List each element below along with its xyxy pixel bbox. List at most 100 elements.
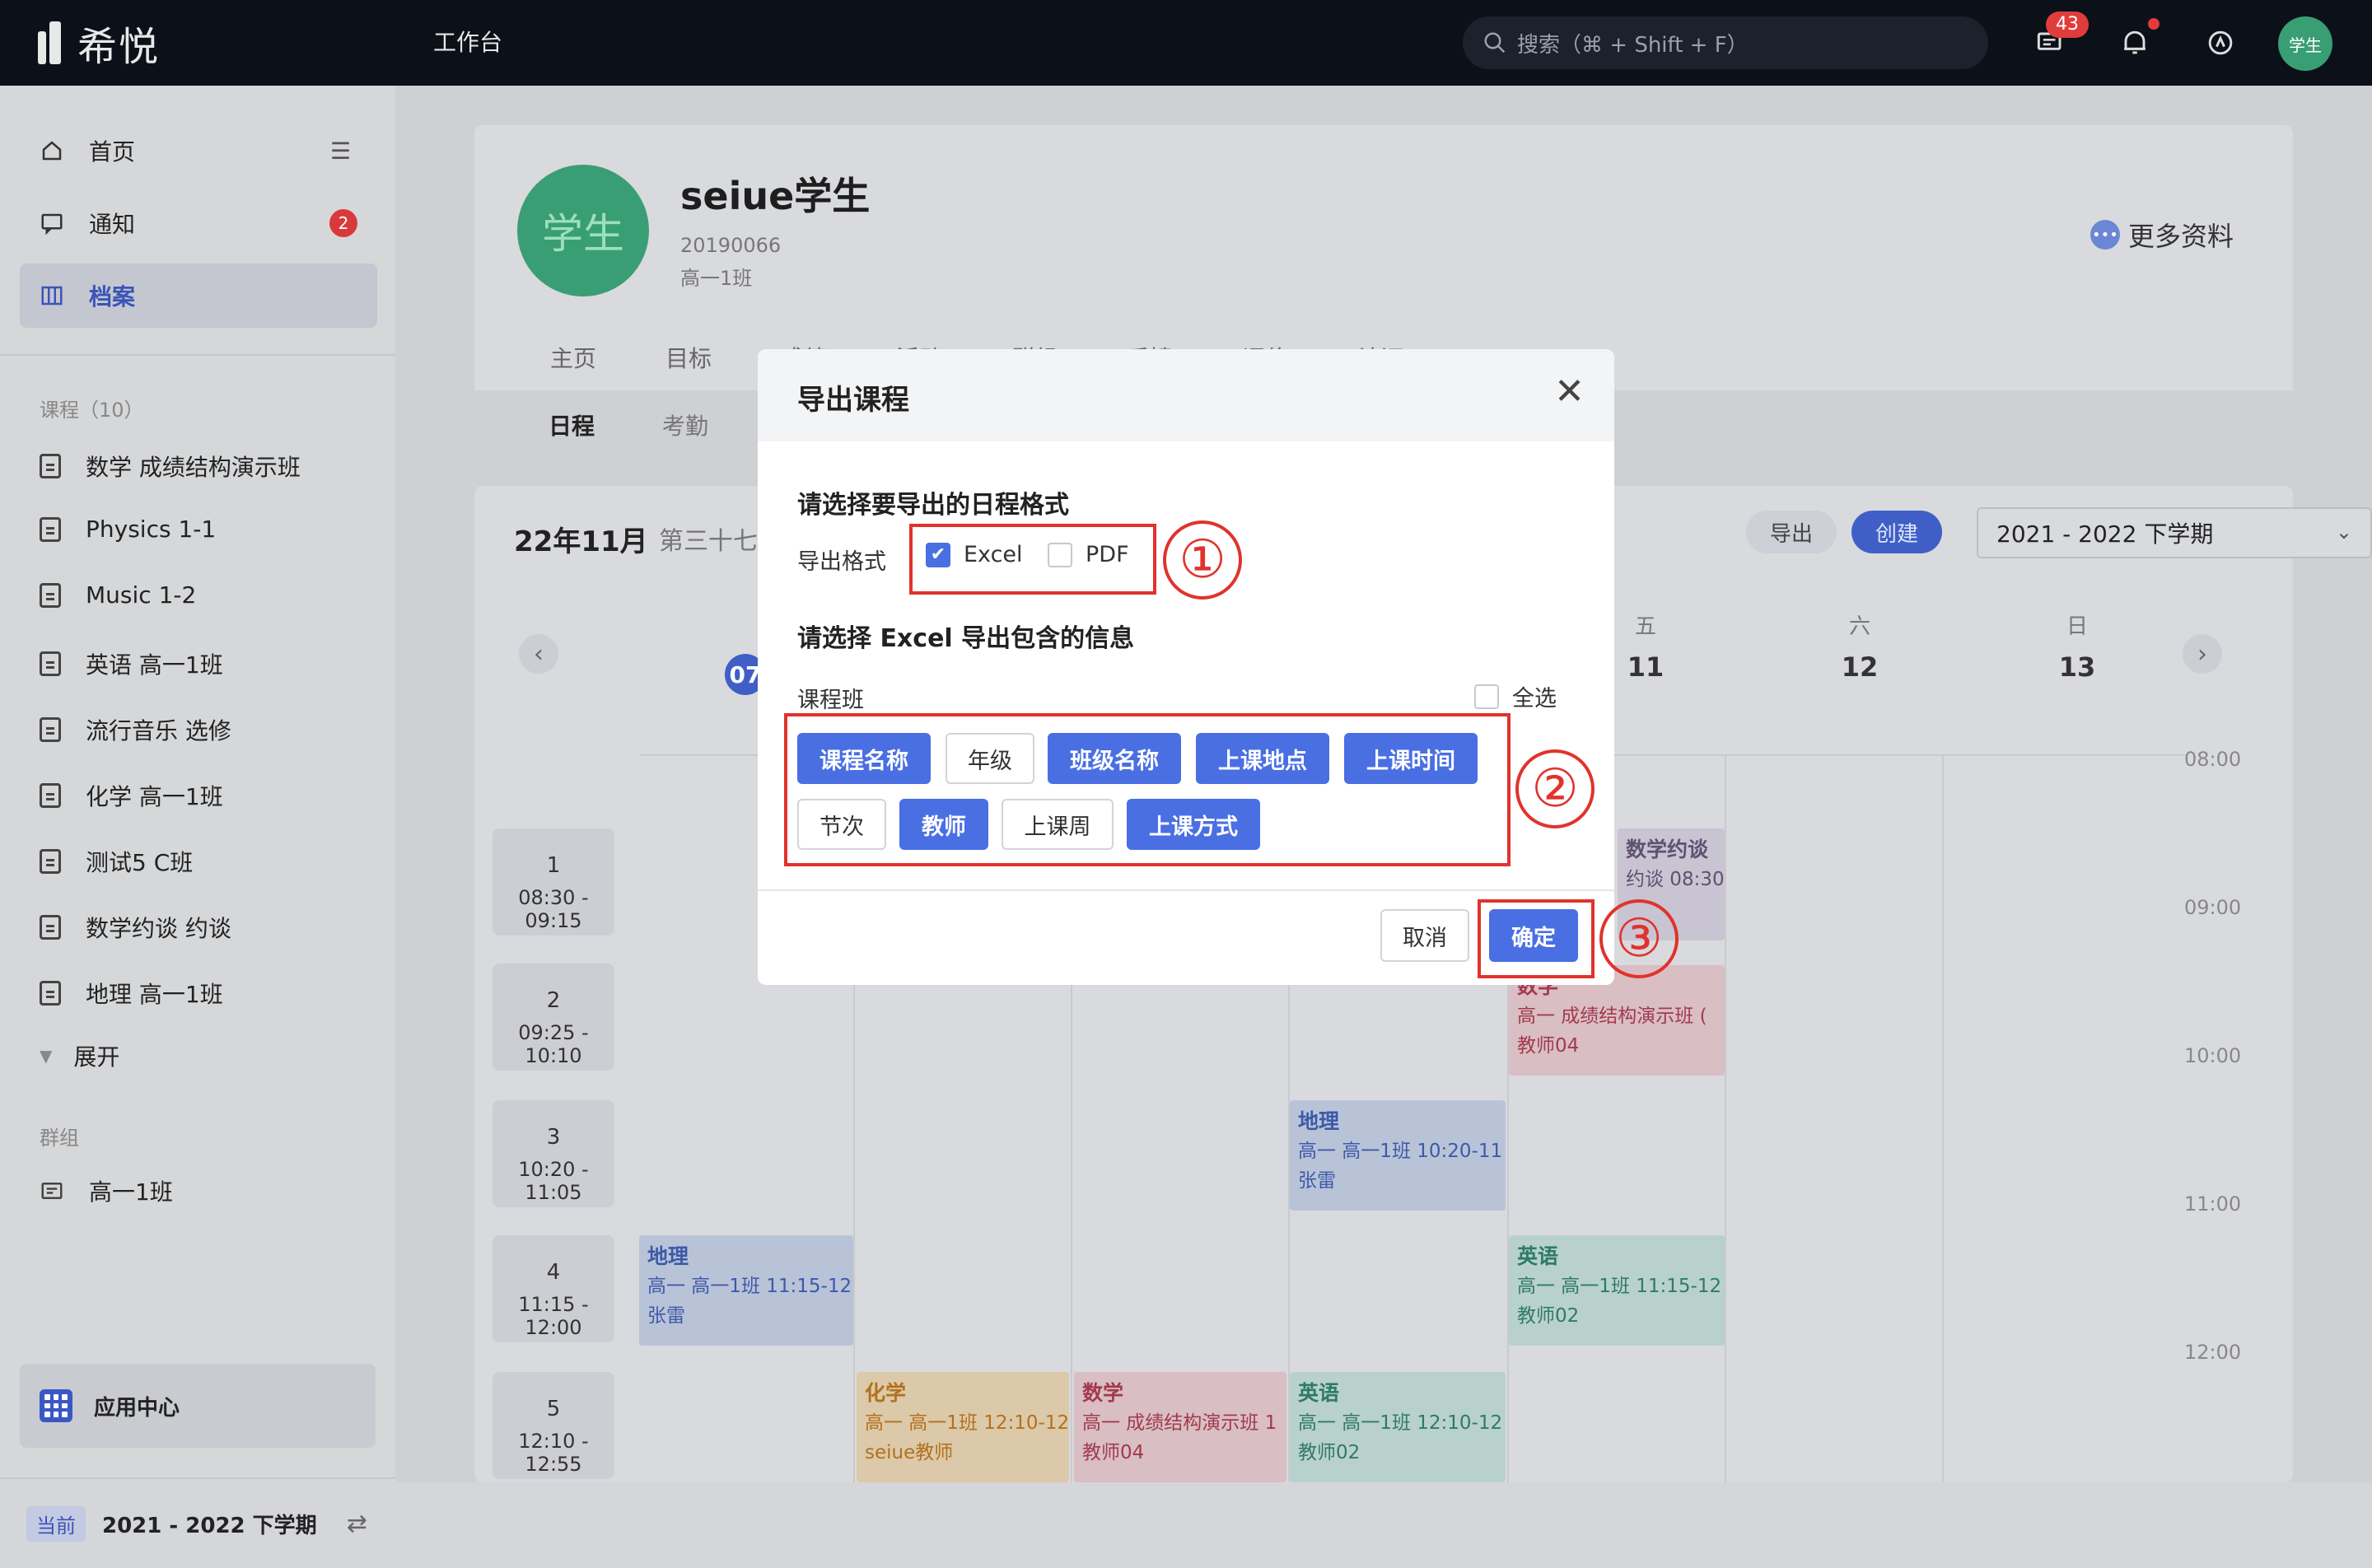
tab-schedule[interactable]: 日程 — [549, 408, 595, 441]
current-term: 2021 - 2022 下学期 — [102, 1513, 317, 1538]
current-tag: 当前 — [26, 1505, 86, 1542]
sidebar-item-label: 通知 — [89, 211, 136, 238]
chevron-left-icon: ‹ — [534, 639, 544, 669]
period-time: 08:30 - 09:15 — [518, 886, 589, 932]
sidebar-course-item[interactable]: Physics 1-1 — [40, 516, 216, 543]
sidebar-item-notifications[interactable]: 通知 2 — [20, 191, 377, 255]
group-label: 高一1班 — [89, 1178, 173, 1206]
period-4: 4 11:15 - 12:00 — [493, 1235, 614, 1342]
period-number: 5 — [546, 1397, 561, 1421]
calendar-event[interactable]: 英语 高一 高一1班 11:15-12 教师02 — [1509, 1235, 1725, 1346]
sidebar-course-item[interactable]: 英语 高一1班 — [40, 647, 223, 680]
term-select[interactable]: 2021 - 2022 下学期 ⌄ — [1977, 507, 2372, 558]
groups-section-title: 群组 — [40, 1127, 79, 1150]
event-title: 地理 — [1298, 1109, 1340, 1133]
calendar-event[interactable]: 英语 高一 高一1班 12:10-12 教师02 — [1290, 1372, 1506, 1482]
export-course-dialog: 导出课程 ✕ 请选择要导出的日程格式 导出格式 ✔ Excel PDF 请选择 … — [758, 349, 1614, 985]
chevron-down-icon: ⌄ — [2335, 520, 2352, 544]
profile-avatar: 学生 — [517, 165, 649, 296]
workbench-link[interactable]: 工作台 — [433, 25, 502, 58]
document-icon — [40, 981, 61, 1006]
event-detail: 高一 高一1班 12:10-12 — [1298, 1412, 1503, 1434]
course-label: 数学约谈 约谈 — [86, 915, 231, 942]
course-label: 地理 高一1班 — [86, 981, 223, 1008]
calendar-event[interactable]: 地理 高一 高一1班 10:20-11 张雷 — [1290, 1100, 1506, 1211]
search-input[interactable]: 搜索（⌘ + Shift + F） — [1463, 16, 1988, 69]
sidebar-course-item[interactable]: 地理 高一1班 — [40, 977, 223, 1010]
day-header-sat[interactable]: 六 12 — [1753, 609, 1967, 683]
event-teacher: 张雷 — [647, 1305, 685, 1327]
event-detail: 高一 成绩结构演示班 1 — [1082, 1412, 1277, 1434]
next-week-button[interactable]: › — [2183, 634, 2222, 674]
sidebar-course-item[interactable]: 流行音乐 选修 — [40, 713, 231, 746]
tab-goals[interactable]: 目标 — [665, 341, 712, 374]
event-teacher: 教师04 — [1082, 1442, 1145, 1463]
collapse-sidebar-icon[interactable]: ☰ — [330, 138, 351, 165]
user-avatar[interactable]: 学生 — [2278, 16, 2332, 71]
sidebar-item-home[interactable]: 首页 ☰ — [20, 119, 377, 183]
annotation-box-2 — [784, 713, 1511, 866]
message-count-badge: 43 — [2046, 12, 2089, 38]
more-info-label: 更多资料 — [2127, 221, 2234, 252]
tab-home[interactable]: 主页 — [550, 341, 596, 374]
period-1: 1 08:30 - 09:15 — [493, 828, 614, 936]
sidebar-course-item[interactable]: 化学 高一1班 — [40, 779, 223, 812]
sidebar-course-item[interactable]: Music 1-2 — [40, 581, 196, 609]
course-label: 化学 高一1班 — [86, 783, 223, 810]
profile-id: 20190066 — [680, 234, 782, 257]
select-all-checkbox[interactable]: 全选 — [1474, 680, 1557, 712]
document-icon — [40, 915, 61, 940]
time-label: 11:00 — [2184, 1192, 2242, 1216]
apps-grid-icon — [40, 1389, 72, 1422]
event-detail: 高一 高一1班 11:15-12 — [647, 1276, 852, 1297]
more-info-button[interactable]: ••• 更多资料 — [2090, 216, 2234, 254]
courses-section-title: 课程（10） — [40, 399, 144, 422]
close-icon[interactable]: ✕ — [1554, 371, 1585, 413]
event-teacher: 教师02 — [1298, 1442, 1361, 1463]
format-label: 导出格式 — [797, 549, 886, 575]
sidebar-group-item[interactable]: 高一1班 — [40, 1174, 173, 1207]
sidebar-item-archive[interactable]: 档案 — [20, 264, 377, 328]
bell-icon[interactable] — [2117, 25, 2153, 61]
calendar-week: 第三十七 — [659, 527, 758, 556]
export-button[interactable]: 导出 — [1746, 511, 1837, 553]
help-icon[interactable] — [2202, 25, 2239, 61]
app-center-button[interactable]: 应用中心 — [20, 1364, 376, 1448]
sidebar-course-item[interactable]: 数学约谈 约谈 — [40, 911, 231, 944]
app-center-label: 应用中心 — [94, 1395, 180, 1421]
course-label: 英语 高一1班 — [86, 651, 223, 679]
tab-attendance[interactable]: 考勤 — [662, 408, 708, 441]
document-icon — [40, 454, 61, 478]
day-header-sun[interactable]: 日 13 — [1970, 609, 2184, 683]
profile-class: 高一1班 — [680, 267, 753, 290]
calendar-event[interactable]: 数学 高一 成绩结构演示班 1 教师04 — [1074, 1372, 1286, 1482]
course-label: 数学 成绩结构演示班 — [86, 454, 301, 481]
calendar-event[interactable]: 地理 高一 高一1班 11:15-12 张雷 — [639, 1235, 853, 1346]
period-2: 2 09:25 - 10:10 — [493, 964, 614, 1071]
event-detail: 高一 高一1班 10:20-11 — [1298, 1141, 1503, 1162]
notification-dot — [2148, 18, 2160, 30]
expand-label: 展开 — [73, 1043, 120, 1071]
document-icon — [40, 516, 61, 542]
dialog-header: 导出课程 ✕ — [758, 349, 1614, 441]
search-icon — [1484, 32, 1506, 54]
cancel-button[interactable]: 取消 — [1380, 909, 1469, 962]
event-detail: 约谈 08:30 — [1626, 869, 1725, 890]
expand-courses-button[interactable]: ▼ 展开 — [40, 1039, 119, 1072]
time-label: 09:00 — [2184, 896, 2242, 919]
logo[interactable]: 希悦 — [38, 18, 160, 70]
prev-week-button[interactable]: ‹ — [519, 634, 558, 674]
document-icon — [40, 651, 61, 676]
notification-badge: 2 — [329, 209, 357, 237]
weekday-label: 六 — [1848, 614, 1870, 639]
period-time: 12:10 - 12:55 — [518, 1430, 589, 1476]
course-label: 测试5 C班 — [86, 849, 194, 876]
sidebar-item-label: 档案 — [89, 283, 136, 310]
archive-icon — [41, 286, 63, 306]
event-teacher: 教师02 — [1517, 1305, 1580, 1327]
calendar-event[interactable]: 化学 高一 高一1班 12:10-12 seiue教师 — [857, 1372, 1069, 1482]
switch-term-icon[interactable]: ⇄ — [347, 1510, 367, 1538]
sidebar-course-item[interactable]: 数学 成绩结构演示班 — [40, 450, 301, 483]
sidebar-course-item[interactable]: 测试5 C班 — [40, 845, 193, 878]
create-button[interactable]: 创建 — [1851, 511, 1942, 553]
